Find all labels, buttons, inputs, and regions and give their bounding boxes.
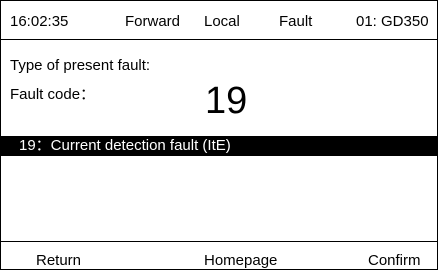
fault-code-label: Fault code： [10,86,96,103]
fault-screen: 16:02:35 Forward Local Fault 01: GD350 T… [0,0,438,270]
status-time: 16:02:35 [10,13,69,30]
status-mode: Local [204,13,240,30]
confirm-button[interactable]: Confirm [368,252,421,269]
softkey-bar: Return Homepage Confirm [1,241,437,270]
return-button[interactable]: Return [36,252,81,269]
fault-description-row[interactable]: 19：Current detection fault (ItE) [1,136,437,156]
status-direction: Forward [125,13,181,30]
present-fault-label: Type of present fault: [10,57,151,74]
homepage-button[interactable]: Homepage [204,252,277,269]
fault-code-value: 19 [205,80,248,122]
status-device: 01: GD350 [356,13,429,30]
fault-description-text: 19：Current detection fault (ItE) [19,137,231,154]
status-state: Fault [279,13,313,30]
status-bar: 16:02:35 Forward Local Fault 01: GD350 [1,1,437,40]
